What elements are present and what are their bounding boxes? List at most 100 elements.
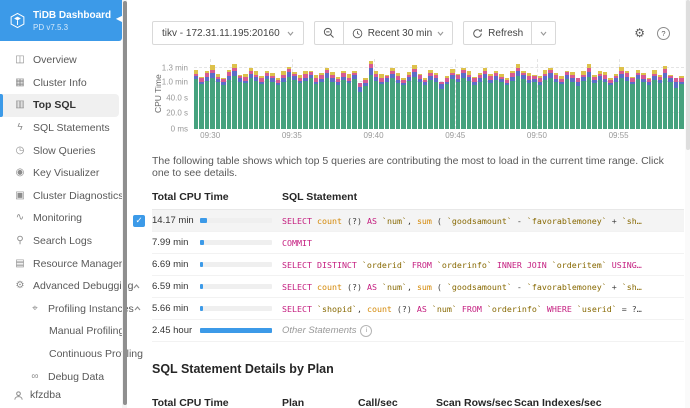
- stacked-bar[interactable]: [357, 59, 363, 129]
- sidebar-item-key-visualizer[interactable]: ◉ Key Visualizer: [0, 162, 127, 185]
- sidebar-item-advanced-debugging[interactable]: ⚙ Advanced Debugging: [0, 275, 140, 298]
- stacked-bar[interactable]: [313, 59, 319, 129]
- stacked-bar[interactable]: [570, 59, 575, 129]
- chart-plot-area[interactable]: [194, 59, 684, 129]
- sidebar-user[interactable]: kfzdba: [0, 385, 122, 405]
- stacked-bar[interactable]: [510, 59, 515, 129]
- stacked-bar[interactable]: [499, 59, 504, 129]
- stacked-bar[interactable]: [297, 59, 303, 129]
- sidebar-item-sql-statements[interactable]: ϟ SQL Statements: [0, 117, 127, 140]
- sidebar-item-top-sql[interactable]: ▥ Top SQL: [0, 94, 119, 117]
- stacked-bar[interactable]: [221, 59, 226, 129]
- table-row[interactable]: 2.45 hour Other Statements i: [152, 320, 684, 342]
- stacked-bar[interactable]: [679, 59, 684, 129]
- sidebar-scrollbar-thumb[interactable]: [122, 1, 127, 405]
- stacked-bar[interactable]: [461, 59, 466, 129]
- stacked-bar[interactable]: [586, 59, 592, 129]
- sidebar-item-monitoring[interactable]: ∿ Monitoring: [0, 207, 127, 230]
- instance-select[interactable]: tikv - 172.31.11.195:20160: [152, 21, 304, 45]
- sidebar-item-search-logs[interactable]: ⚲ Search Logs: [0, 230, 127, 253]
- stacked-bar[interactable]: [281, 59, 286, 129]
- sidebar-item-slow-queries[interactable]: ◷ Slow Queries: [0, 139, 127, 162]
- stacked-bar[interactable]: [406, 59, 412, 129]
- stacked-bar[interactable]: [439, 59, 444, 129]
- stacked-bar[interactable]: [537, 59, 542, 129]
- table-row[interactable]: 6.59 min SELECT count (?) AS `num`, sum (…: [152, 276, 684, 298]
- stacked-bar[interactable]: [237, 59, 243, 129]
- stacked-bar[interactable]: [335, 59, 341, 129]
- cpu-time-chart[interactable]: CPU Time 0 ms 20.0 s 40.0 s 1.0 min 1.3 min: [152, 59, 690, 134]
- stacked-bar[interactable]: [444, 59, 450, 129]
- stacked-bar[interactable]: [673, 59, 679, 129]
- stacked-bar[interactable]: [543, 59, 548, 129]
- stacked-bar[interactable]: [472, 59, 477, 129]
- stacked-bar[interactable]: [548, 59, 553, 129]
- stacked-bar[interactable]: [259, 59, 264, 129]
- stacked-bar[interactable]: [597, 59, 602, 129]
- stacked-bar[interactable]: [646, 59, 652, 129]
- stacked-bar[interactable]: [286, 59, 292, 129]
- stacked-bar[interactable]: [226, 59, 232, 129]
- table-row[interactable]: 6.69 min SELECT DISTINCT `orderid` FROM `…: [152, 254, 684, 276]
- stacked-bar[interactable]: [215, 59, 221, 129]
- stacked-bar[interactable]: [330, 59, 335, 129]
- stacked-bar[interactable]: [657, 59, 662, 129]
- stacked-bar[interactable]: [194, 59, 199, 129]
- stacked-bar[interactable]: [635, 59, 641, 129]
- stacked-bar[interactable]: [373, 59, 379, 129]
- sidebar-item-continuous-profiling[interactable]: Continuous Profiling: [0, 343, 143, 366]
- stacked-bar[interactable]: [559, 59, 564, 129]
- main-scrollbar-thumb[interactable]: [685, 0, 690, 150]
- stacked-bar[interactable]: [352, 59, 357, 129]
- stacked-bar[interactable]: [553, 59, 559, 129]
- stacked-bar[interactable]: [428, 59, 433, 129]
- stacked-bar[interactable]: [401, 59, 406, 129]
- stacked-bar[interactable]: [483, 59, 488, 129]
- app-brand[interactable]: TiDB Dashboard PD v7.5.3 ◀: [0, 0, 122, 41]
- stacked-bar[interactable]: [477, 59, 483, 129]
- stacked-bar[interactable]: [232, 59, 237, 129]
- stacked-bar[interactable]: [526, 59, 532, 129]
- row-checkbox[interactable]: ✓: [133, 214, 145, 227]
- stacked-bar[interactable]: [493, 59, 499, 129]
- stacked-bar[interactable]: [395, 59, 401, 129]
- zoom-out-button[interactable]: [315, 22, 343, 44]
- stacked-bar[interactable]: [292, 59, 297, 129]
- stacked-bar[interactable]: [390, 59, 395, 129]
- sidebar-item-resource-manager[interactable]: ▤ Resource Manager: [0, 252, 127, 275]
- stacked-bar[interactable]: [624, 59, 630, 129]
- stacked-bar[interactable]: [363, 59, 368, 129]
- stacked-bar[interactable]: [270, 59, 275, 129]
- sidebar-item-profiling-instances[interactable]: ⌖ Profiling Instances: [0, 298, 141, 321]
- stacked-bar[interactable]: [504, 59, 510, 129]
- stacked-bar[interactable]: [630, 59, 635, 129]
- stacked-bar[interactable]: [303, 59, 308, 129]
- help-icon[interactable]: ?: [657, 26, 670, 40]
- stacked-bar[interactable]: [602, 59, 608, 129]
- time-range-button[interactable]: Recent 30 min: [342, 22, 452, 44]
- stacked-bar[interactable]: [248, 59, 253, 129]
- stacked-bar[interactable]: [324, 59, 330, 129]
- sidebar-item-cluster-diagnostics[interactable]: ▣ Cluster Diagnostics: [0, 185, 127, 208]
- stacked-bar[interactable]: [423, 59, 428, 129]
- main-scrollbar[interactable]: [685, 0, 690, 408]
- stacked-bar[interactable]: [652, 59, 657, 129]
- sidebar-item-cluster-info[interactable]: ▦ Cluster Info: [0, 72, 127, 95]
- stacked-bar[interactable]: [204, 59, 210, 129]
- stacked-bar[interactable]: [433, 59, 439, 129]
- refresh-options-button[interactable]: [531, 22, 555, 44]
- table-row[interactable]: 7.99 min COMMIT: [152, 232, 684, 254]
- sidebar-item-manual-profiling[interactable]: Manual Profiling: [0, 320, 127, 343]
- stacked-bar[interactable]: [210, 59, 215, 129]
- stacked-bar[interactable]: [641, 59, 646, 129]
- sidebar-item-overview[interactable]: ◫ Overview: [0, 49, 127, 72]
- stacked-bar[interactable]: [564, 59, 570, 129]
- stacked-bar[interactable]: [466, 59, 472, 129]
- stacked-bar[interactable]: [368, 59, 373, 129]
- info-icon[interactable]: i: [360, 324, 373, 337]
- settings-gear-icon[interactable]: ⚙: [634, 27, 645, 39]
- stacked-bar[interactable]: [199, 59, 204, 129]
- stacked-bar[interactable]: [662, 59, 668, 129]
- stacked-bar[interactable]: [275, 59, 281, 129]
- stacked-bar[interactable]: [592, 59, 597, 129]
